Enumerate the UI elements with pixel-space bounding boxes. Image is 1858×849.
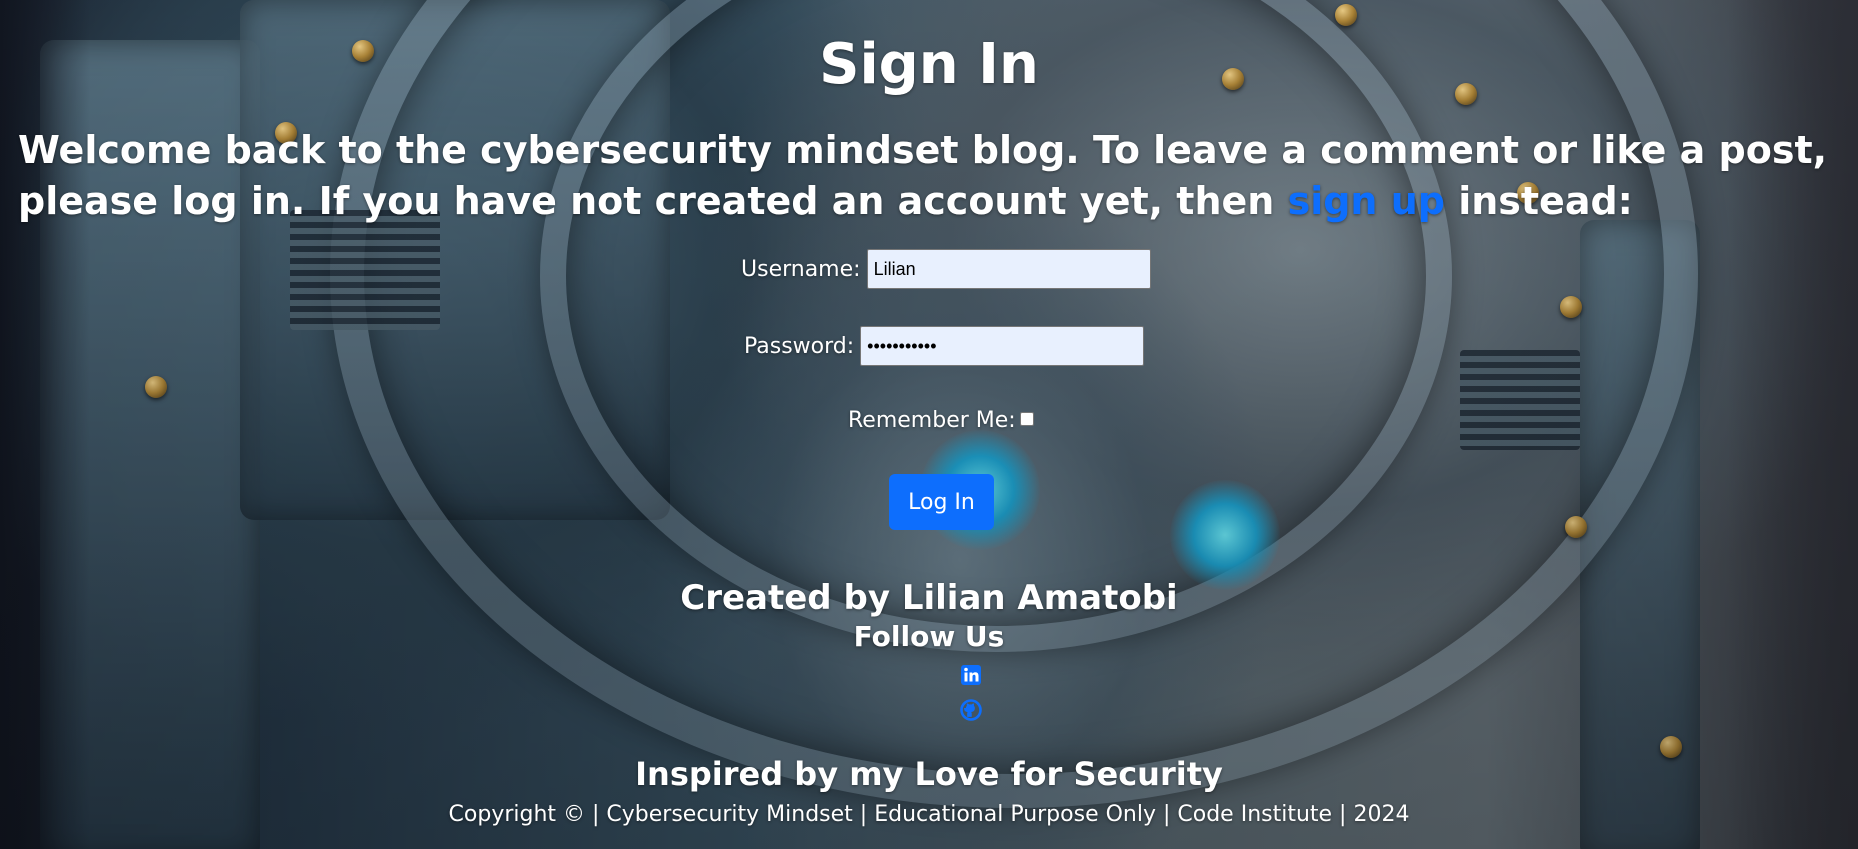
remember-row: Remember Me: <box>848 408 1034 433</box>
main-content: Sign In Welcome back to the cybersecurit… <box>0 0 1858 849</box>
page-title: Sign In <box>819 32 1039 97</box>
password-input[interactable] <box>860 326 1145 366</box>
footer-inspired: Inspired by my Love for Security <box>635 755 1223 793</box>
remember-checkbox[interactable] <box>1019 411 1034 426</box>
login-button[interactable]: Log In <box>889 474 994 530</box>
remember-label: Remember Me: <box>848 408 1016 433</box>
footer-copyright: Copyright © | Cybersecurity Mindset | Ed… <box>448 802 1410 827</box>
intro-text-suffix: instead: <box>1444 179 1633 223</box>
footer-follow-us: Follow Us <box>853 620 1005 653</box>
password-label: Password: <box>744 333 855 359</box>
footer-created-by: Created by Lilian Amatobi <box>680 578 1178 618</box>
linkedin-icon[interactable] <box>960 664 982 686</box>
username-input[interactable] <box>866 249 1151 289</box>
intro-text: Welcome back to the cybersecurity mindse… <box>18 125 1843 227</box>
signup-link[interactable]: sign up <box>1288 179 1445 223</box>
username-row: Username: <box>741 249 1151 289</box>
password-row: Password: <box>744 326 1145 366</box>
username-label: Username: <box>741 256 861 282</box>
github-icon[interactable] <box>960 699 982 721</box>
